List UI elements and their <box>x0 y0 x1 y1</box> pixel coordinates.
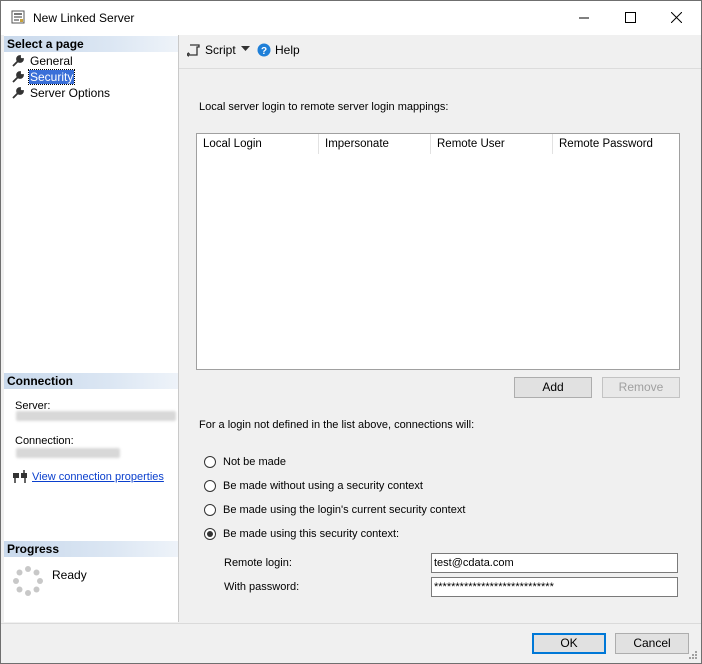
radio-label: Be made without using a security context <box>223 480 423 492</box>
page-item-security[interactable]: Security <box>11 69 76 85</box>
progress-status: Ready <box>52 568 87 582</box>
wrench-icon <box>12 87 24 99</box>
app-icon <box>11 10 25 24</box>
wrench-icon <box>12 71 24 83</box>
mappings-title: Local server login to remote server logi… <box>199 101 449 113</box>
radio-button-checked <box>204 528 216 540</box>
progress-header: Progress <box>4 541 178 557</box>
view-connection-properties-row: View connection properties <box>12 470 164 484</box>
server-value-redacted <box>16 411 176 421</box>
radio-button <box>204 456 216 468</box>
dialog-footer: OK Cancel <box>1 623 701 663</box>
progress-spinner-icon <box>13 566 43 596</box>
radio-button <box>204 480 216 492</box>
page-item-general[interactable]: General <box>11 53 74 69</box>
page-item-server-options[interactable]: Server Options <box>11 85 111 101</box>
page-item-label: Security <box>27 69 76 85</box>
radio-button <box>204 504 216 516</box>
close-icon <box>670 11 682 23</box>
minimize-icon <box>578 17 589 18</box>
radio-label: Be made using the login's current securi… <box>223 504 466 516</box>
remote-login-label: Remote login: <box>224 557 292 569</box>
wrench-icon <box>12 55 24 67</box>
script-button[interactable]: Script <box>187 43 236 57</box>
svg-text:?: ? <box>261 46 267 57</box>
help-button[interactable]: ? Help <box>257 43 300 57</box>
minimize-button[interactable] <box>561 1 607 33</box>
left-pane: Select a page General Security Server Op… <box>4 35 179 622</box>
radio-not-be-made[interactable]: Not be made <box>204 456 286 468</box>
help-label: Help <box>275 43 300 57</box>
login-mappings-grid[interactable]: Local Login Impersonate Remote User Remo… <box>196 133 680 370</box>
column-header-remote-user[interactable]: Remote User <box>431 134 553 154</box>
radio-label: Be made using this security context: <box>223 528 400 540</box>
grid-header: Local Login Impersonate Remote User Remo… <box>197 134 679 154</box>
radio-label: Not be made <box>223 456 286 468</box>
close-button[interactable] <box>653 1 699 33</box>
script-icon <box>187 44 200 57</box>
page-item-label: General <box>30 54 73 68</box>
cancel-button[interactable]: Cancel <box>615 633 689 654</box>
column-header-local-login[interactable]: Local Login <box>197 134 319 154</box>
maximize-icon <box>624 11 636 23</box>
radio-without-security-context[interactable]: Be made without using a security context <box>204 480 423 492</box>
window-title: New Linked Server <box>33 11 135 25</box>
column-header-impersonate[interactable]: Impersonate <box>319 134 431 154</box>
connection-value-redacted <box>16 448 120 458</box>
connection-header: Connection <box>4 373 178 389</box>
dialog-window: New Linked Server Select a page General … <box>0 0 702 664</box>
script-dropdown[interactable] <box>241 46 250 52</box>
view-connection-properties-link[interactable]: View connection properties <box>32 471 164 483</box>
maximize-button[interactable] <box>607 1 653 33</box>
radio-current-security-context[interactable]: Be made using the login's current securi… <box>204 504 465 516</box>
title-bar: New Linked Server <box>1 1 701 35</box>
column-header-remote-password[interactable]: Remote Password <box>553 134 679 154</box>
connections-note: For a login not defined in the list abov… <box>199 419 475 431</box>
ok-button[interactable]: OK <box>532 633 606 654</box>
security-page: Local server login to remote server logi… <box>179 70 701 622</box>
connection-properties-icon <box>13 470 27 483</box>
add-button[interactable]: Add <box>514 377 592 398</box>
page-item-label: Server Options <box>30 86 111 100</box>
connection-label: Connection: <box>15 435 74 447</box>
script-label: Script <box>205 43 236 57</box>
password-input[interactable]: **************************** <box>431 577 678 597</box>
remove-button[interactable]: Remove <box>602 377 680 398</box>
radio-this-security-context[interactable]: Be made using this security context: <box>204 528 399 540</box>
help-icon: ? <box>257 43 271 57</box>
resize-grip-icon[interactable] <box>687 649 697 659</box>
remote-login-input[interactable] <box>431 553 678 573</box>
toolbar: Script ? Help <box>179 35 701 69</box>
chevron-down-icon <box>241 46 250 51</box>
password-label: With password: <box>224 581 300 593</box>
select-page-header: Select a page <box>4 36 178 52</box>
